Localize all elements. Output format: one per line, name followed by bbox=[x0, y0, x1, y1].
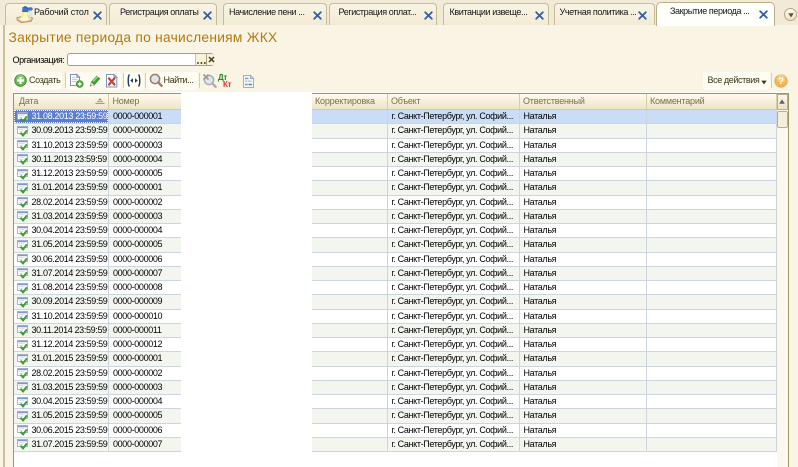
svg-text:?: ? bbox=[778, 76, 784, 87]
